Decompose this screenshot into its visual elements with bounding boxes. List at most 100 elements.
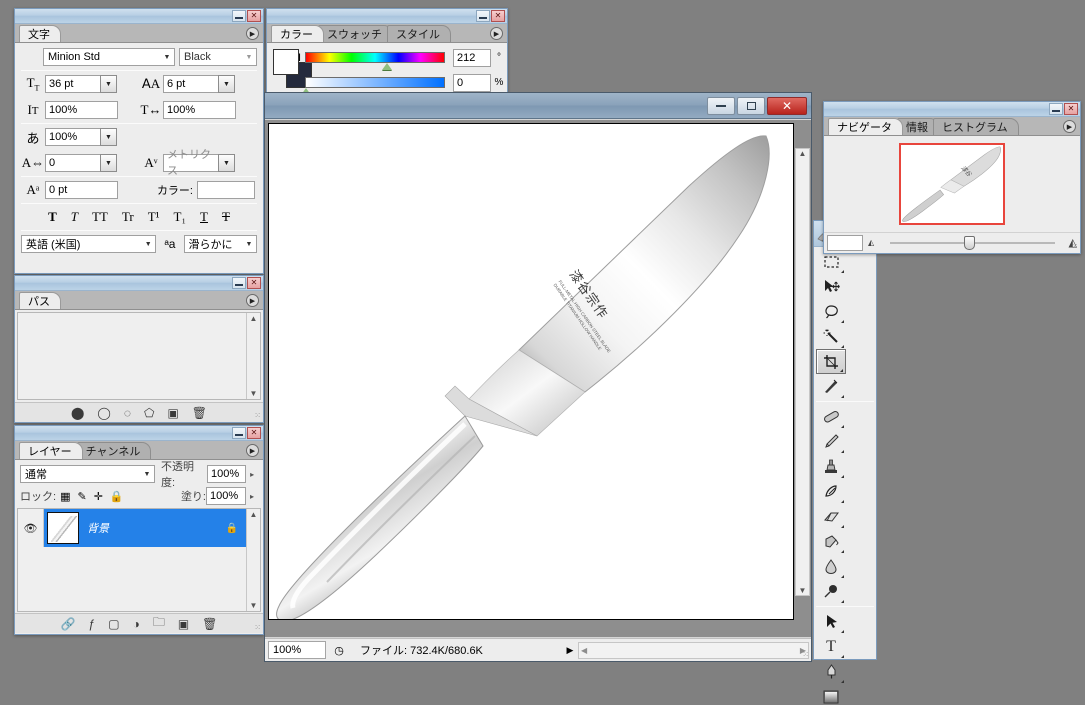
text-color-swatch[interactable] — [197, 181, 255, 199]
color-panel-menu-icon[interactable]: ▶ — [490, 27, 503, 40]
horizontal-scale-input[interactable]: 100% — [163, 101, 236, 119]
underline-button[interactable]: T — [200, 209, 208, 225]
table-row[interactable]: 👁 背景 🔒 — [18, 509, 246, 547]
gradient-tool[interactable] — [816, 529, 846, 554]
opacity-stepper-icon[interactable]: ▸ — [246, 470, 258, 479]
resize-grip[interactable]: ⁙ — [1071, 242, 1078, 251]
history-brush-tool[interactable] — [816, 479, 846, 504]
magic-wand-tool[interactable] — [816, 324, 846, 349]
kerning-input[interactable]: メトリクス — [163, 149, 219, 177]
character-panel-close-button[interactable]: ✕ — [247, 10, 261, 22]
navigator-preview[interactable]: 漆谷 — [824, 136, 1080, 232]
saturation-input[interactable]: 0 — [453, 73, 491, 92]
resize-grip[interactable]: ⁙ — [254, 411, 261, 420]
color-panel-minimize-button[interactable] — [476, 10, 490, 22]
brush-tool[interactable] — [816, 429, 846, 454]
paths-panel-titlebar[interactable]: ✕ — [15, 276, 263, 291]
lock-all-icon[interactable]: 🔒 — [110, 490, 124, 503]
leading-stepper[interactable]: ▼ — [218, 75, 235, 93]
layers-panel-minimize-button[interactable] — [232, 427, 246, 439]
document-restore-button[interactable] — [737, 96, 765, 115]
character-panel-menu-icon[interactable]: ▶ — [246, 27, 259, 40]
lasso-tool[interactable] — [816, 299, 846, 324]
navigator-zoom-input[interactable] — [827, 234, 863, 251]
vertical-scale-input[interactable]: 100% — [45, 101, 118, 119]
scroll-left-icon[interactable]: ◀ — [581, 646, 587, 655]
all-caps-button[interactable]: TT — [92, 209, 108, 225]
tab-color[interactable]: カラー — [271, 25, 324, 42]
opacity-input[interactable]: 100% — [207, 465, 247, 483]
language-select[interactable]: 英語 (米国) ▼ — [21, 235, 157, 253]
fill-stepper-icon[interactable]: ▸ — [246, 492, 258, 501]
tab-histogram[interactable]: ヒストグラム — [933, 118, 1019, 135]
scroll-down-icon[interactable]: ▼ — [799, 586, 807, 595]
font-size-stepper[interactable]: ▼ — [100, 75, 117, 93]
status-menu-arrow-icon[interactable]: ▶ — [562, 645, 578, 656]
type-tool[interactable]: T — [816, 634, 846, 659]
small-caps-button[interactable]: Tr — [122, 209, 134, 225]
document-vertical-scrollbar[interactable]: ▲ ▼ — [795, 148, 810, 596]
tab-layers[interactable]: レイヤー — [19, 442, 83, 459]
blur-tool[interactable] — [816, 554, 846, 579]
layers-panel-menu-icon[interactable]: ▶ — [246, 444, 259, 457]
hue-slider-thumb[interactable] — [382, 63, 393, 70]
navigator-zoom-slider[interactable]: ◭ ◭ — [868, 235, 1077, 250]
zoom-level-input[interactable]: 100% — [268, 641, 326, 659]
tab-swatches[interactable]: スウォッチ — [318, 25, 393, 42]
small-mountain-icon[interactable]: ◭ — [868, 238, 874, 247]
scroll-down-icon[interactable]: ▼ — [250, 600, 258, 611]
superscript-button[interactable]: T¹ — [148, 209, 160, 225]
character-panel-minimize-button[interactable] — [232, 10, 246, 22]
font-style-select[interactable]: Black ▼ — [179, 48, 257, 66]
lock-image-icon[interactable]: ✎ — [77, 490, 86, 503]
foreground-color-swatch[interactable] — [273, 49, 299, 75]
navigator-panel-menu-icon[interactable]: ▶ — [1063, 120, 1076, 133]
crop-tool[interactable] — [816, 349, 846, 374]
layer-name-label[interactable]: 背景 — [87, 520, 226, 536]
resize-grip[interactable]: ⁙ — [254, 623, 261, 632]
tracking-stepper[interactable]: ▼ — [100, 154, 117, 172]
scroll-down-icon[interactable]: ▼ — [250, 388, 258, 399]
tab-styles[interactable]: スタイル — [387, 25, 451, 42]
layers-scrollbar[interactable]: ▲ ▼ — [246, 509, 260, 611]
delete-path-icon[interactable]: 🗑 — [192, 406, 207, 420]
navigator-zoom-thumb[interactable] — [964, 235, 976, 250]
navigator-panel-minimize-button[interactable] — [1049, 103, 1063, 115]
faux-bold-button[interactable]: T — [48, 209, 57, 225]
fill-input[interactable]: 100% — [206, 487, 246, 505]
strikethrough-button[interactable]: T — [222, 209, 230, 225]
font-size-input[interactable]: 36 pt — [45, 75, 101, 93]
tab-character[interactable]: 文字 — [19, 25, 61, 42]
layer-style-icon[interactable]: ƒ — [89, 617, 96, 631]
baseline-shift-input[interactable]: 0 pt — [45, 181, 118, 199]
document-minimize-button[interactable] — [707, 96, 735, 115]
kerning-stepper[interactable]: ▼ — [218, 154, 235, 172]
slice-tool[interactable] — [816, 374, 846, 399]
layers-panel-titlebar[interactable]: ✕ — [15, 426, 263, 441]
saturation-slider[interactable] — [301, 77, 445, 95]
clone-stamp-tool[interactable] — [816, 454, 846, 479]
shape-tool[interactable] — [816, 684, 846, 705]
hue-input[interactable]: 212 — [453, 48, 491, 67]
resize-grip[interactable]: ⁙ — [802, 650, 809, 659]
color-panel-titlebar[interactable]: ✕ — [267, 9, 507, 24]
canvas[interactable]: 漆谷宗作 FULL-METAL HIGH CARBON STEEL BLADE … — [268, 123, 794, 620]
fill-path-icon[interactable]: ⬤ — [71, 406, 84, 420]
stroke-path-icon[interactable]: ◯ — [97, 406, 110, 420]
path-selection-tool[interactable] — [816, 609, 846, 634]
tab-channels[interactable]: チャンネル — [76, 442, 152, 459]
leading-input[interactable]: 6 pt — [163, 75, 219, 93]
layers-list[interactable]: 👁 背景 🔒 ▲ ▼ — [17, 508, 261, 612]
color-panel-close-button[interactable]: ✕ — [491, 10, 505, 22]
pen-tool[interactable] — [816, 659, 846, 684]
navigator-panel-titlebar[interactable]: ✕ — [824, 102, 1080, 117]
font-family-select[interactable]: Minion Std ▼ — [43, 48, 175, 66]
tsume-input[interactable]: 100% — [45, 128, 101, 146]
character-panel-titlebar[interactable]: ✕ — [15, 9, 263, 24]
paths-panel-close-button[interactable]: ✕ — [247, 277, 261, 289]
document-titlebar[interactable]: ✕ — [265, 93, 811, 119]
layer-visibility-icon[interactable]: 👁 — [18, 509, 44, 547]
scroll-up-icon[interactable]: ▲ — [250, 313, 258, 324]
make-work-path-icon[interactable]: ⬠ — [144, 406, 154, 420]
subscript-button[interactable]: T₁ — [174, 209, 186, 225]
